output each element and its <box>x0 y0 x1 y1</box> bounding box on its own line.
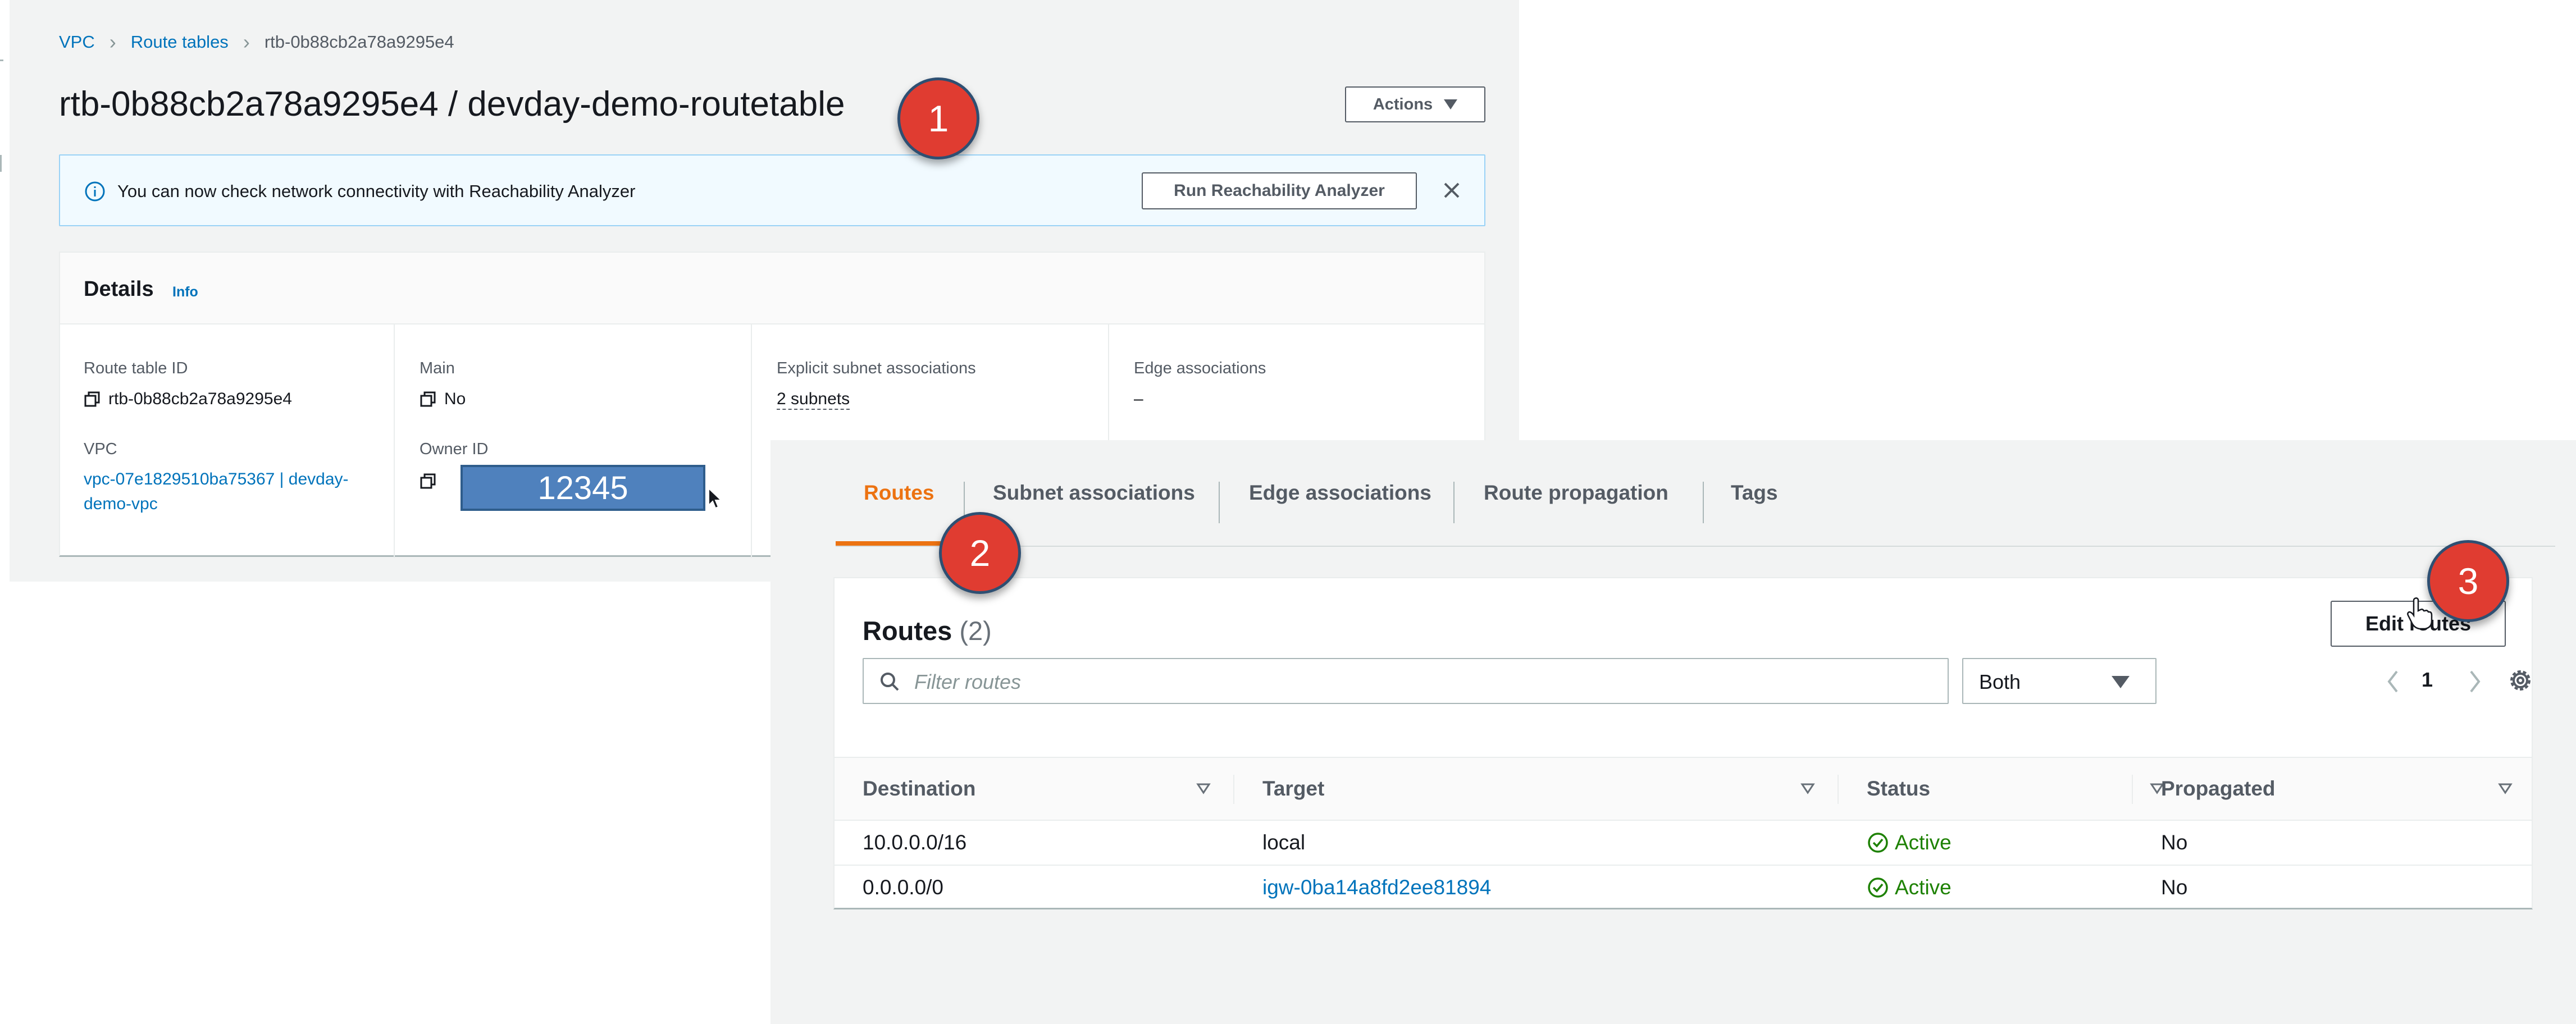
route-status: Active <box>1867 821 1952 865</box>
run-reachability-analyzer-button[interactable]: Run Reachability Analyzer <box>1142 172 1417 209</box>
edge-associations-label: Edge associations <box>1134 359 1266 377</box>
column-divider <box>1838 775 1839 804</box>
main-label: Main <box>420 359 455 377</box>
routes-table-header: Destination Target Status Propagated <box>835 757 2532 821</box>
routes-title: Routes (2) <box>863 615 992 646</box>
route-target-link[interactable]: igw-0ba14a8fd2ee81894 <box>1262 866 1491 909</box>
page-title: rtb-0b88cb2a78a9295e4 / devday-demo-rout… <box>59 85 845 124</box>
copy-icon[interactable] <box>420 473 436 490</box>
sort-icon[interactable] <box>1799 780 1816 797</box>
copy-icon[interactable] <box>84 391 101 408</box>
sort-icon[interactable] <box>2497 780 2514 797</box>
route-propagated: No <box>2161 876 2188 899</box>
info-icon <box>85 181 105 202</box>
left-edge-marks <box>0 0 3 191</box>
copy-icon[interactable] <box>420 391 436 408</box>
edge-associations-value: – <box>1134 390 1143 408</box>
tab-route-propagation[interactable]: Route propagation <box>1484 440 1668 546</box>
route-table-id-label: Route table ID <box>84 359 188 377</box>
tab-divider <box>1453 482 1455 523</box>
routes-count: (2) <box>959 616 992 646</box>
tab-subnet-associations[interactable]: Subnet associations <box>993 440 1195 546</box>
screenshot-canvas: VPC › Route tables › rtb-0b88cb2a78a9295… <box>0 0 2576 1024</box>
cursor-icon <box>708 487 722 509</box>
owner-id-label: Owner ID <box>420 440 489 458</box>
owner-id-value-row <box>420 473 436 490</box>
route-filter-select-value: Both <box>1979 670 2021 693</box>
explicit-subnet-associations-value-row: 2 subnets <box>777 390 850 410</box>
explicit-subnet-associations-value[interactable]: 2 subnets <box>777 390 850 410</box>
breadcrumb-current: rtb-0b88cb2a78a9295e4 <box>264 32 454 52</box>
route-status: Active <box>1867 866 1952 909</box>
tab-divider <box>1219 482 1220 523</box>
details-info-link[interactable]: Info <box>172 284 198 300</box>
route-propagated: No <box>2161 831 2188 854</box>
step-marker-3: 3 <box>2427 540 2509 622</box>
actions-button-label: Actions <box>1373 95 1433 113</box>
check-circle-icon <box>1868 877 1888 898</box>
close-icon[interactable] <box>1440 179 1463 202</box>
caret-down-icon <box>2112 676 2130 688</box>
sort-icon[interactable] <box>1195 780 1212 797</box>
check-circle-icon <box>1868 833 1888 853</box>
route-target: local <box>1262 831 1306 854</box>
route-filter-select[interactable]: Both <box>1962 658 2156 704</box>
step-marker-2: 2 <box>939 512 1021 594</box>
vpc-link[interactable]: vpc-07e1829510ba75367 | devday-demo-vpc <box>84 467 387 516</box>
owner-id-redaction-box: 12345 <box>461 465 705 511</box>
actions-button[interactable]: Actions <box>1345 86 1485 122</box>
hand-cursor-icon <box>2407 597 2433 630</box>
tab-tags[interactable]: Tags <box>1731 440 1778 546</box>
chevron-left-icon[interactable] <box>2384 668 2401 695</box>
column-divider <box>2132 775 2133 804</box>
route-table-id-value: rtb-0b88cb2a78a9295e4 <box>108 390 292 408</box>
current-page-number[interactable]: 1 <box>2422 668 2433 692</box>
tab-routes[interactable]: Routes <box>864 440 934 546</box>
tab-edge-associations[interactable]: Edge associations <box>1249 440 1431 546</box>
search-icon <box>881 673 899 691</box>
routes-container: Routes (2) Edit routes Both 1 <box>833 577 2533 909</box>
vpc-label: VPC <box>84 440 117 458</box>
filter-routes-input[interactable] <box>913 666 1926 698</box>
table-row[interactable]: 10.0.0.0/16 local Active No <box>835 821 2532 866</box>
reachability-flash-banner: You can now check network connectivity w… <box>59 154 1485 226</box>
settings-icon[interactable] <box>2507 667 2534 694</box>
column-divider <box>1233 775 1234 804</box>
breadcrumb-separator-icon: › <box>243 30 250 53</box>
table-row[interactable]: 0.0.0.0/0 igw-0ba14a8fd2ee81894 Active N… <box>835 866 2532 911</box>
details-title: Details <box>84 277 154 301</box>
flash-message: You can now check network connectivity w… <box>117 181 636 201</box>
route-table-id-value-row: rtb-0b88cb2a78a9295e4 <box>84 390 292 409</box>
column-header-target[interactable]: Target <box>1262 758 1324 820</box>
column-header-propagated[interactable]: Propagated <box>2161 758 2276 820</box>
breadcrumb-vpc[interactable]: VPC <box>59 32 95 52</box>
column-header-destination[interactable]: Destination <box>863 758 975 820</box>
chevron-right-icon[interactable] <box>2466 668 2483 695</box>
breadcrumb-route-tables[interactable]: Route tables <box>131 32 229 52</box>
main-value: No <box>444 390 466 408</box>
details-header: Details Info <box>60 253 1484 324</box>
details-column-1: Route table ID rtb-0b88cb2a78a9295e4 VPC… <box>60 324 394 558</box>
route-status-label: Active <box>1895 876 1952 899</box>
routes-title-label: Routes <box>863 616 952 646</box>
route-destination: 10.0.0.0/16 <box>863 831 967 854</box>
main-value-row: No <box>420 390 466 409</box>
route-destination: 0.0.0.0/0 <box>863 876 944 899</box>
edge-associations-value-row: – <box>1134 390 1143 409</box>
breadcrumb-separator-icon: › <box>109 30 116 53</box>
filter-routes-field[interactable] <box>863 658 1949 704</box>
routes-tab-panel: Routes Subnet associations Edge associat… <box>770 440 2576 1024</box>
explicit-subnet-associations-label: Explicit subnet associations <box>777 359 976 377</box>
details-column-2: Main No Owner ID <box>394 324 751 558</box>
caret-down-icon <box>1444 99 1458 109</box>
breadcrumb: VPC › Route tables › rtb-0b88cb2a78a9295… <box>59 28 454 56</box>
column-header-status[interactable]: Status <box>1867 758 1930 820</box>
route-status-label: Active <box>1895 831 1952 854</box>
tab-divider <box>1703 482 1704 523</box>
step-marker-1: 1 <box>897 77 979 159</box>
